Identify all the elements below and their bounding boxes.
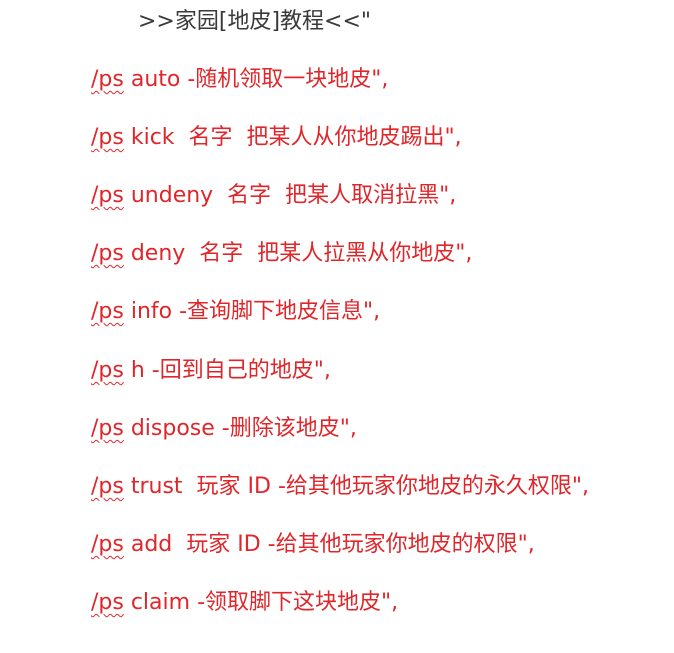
command-text: trust 玩家 ID -给其他玩家你地皮的永久权限",: [123, 474, 589, 499]
command-line-add: /ps add 玩家 ID -给其他玩家你地皮的权限",: [91, 529, 535, 561]
command-text: deny 名字 把某人拉黑从你地皮",: [123, 241, 473, 266]
command-prefix: /ps: [91, 67, 124, 92]
command-text: claim -领取脚下这块地皮",: [123, 590, 399, 615]
command-text: auto -随机领取一块地皮",: [123, 67, 389, 92]
command-text: undeny 名字 把某人取消拉黑",: [123, 183, 457, 208]
command-text: kick 名字 把某人从你地皮踢出",: [123, 125, 462, 150]
command-line-auto: /ps auto -随机领取一块地皮",: [91, 64, 388, 96]
command-text: info -查询脚下地皮信息",: [123, 299, 381, 324]
command-line-deny: /ps deny 名字 把某人拉黑从你地皮",: [91, 238, 472, 270]
command-line-kick: /ps kick 名字 把某人从你地皮踢出",: [91, 122, 462, 154]
command-line-dispose: /ps dispose -删除该地皮",: [91, 413, 357, 445]
command-prefix: /ps: [91, 474, 124, 499]
command-line-claim: /ps claim -领取脚下这块地皮",: [91, 587, 398, 619]
command-line-info: /ps info -查询脚下地皮信息",: [91, 296, 380, 328]
command-line-undeny: /ps undeny 名字 把某人取消拉黑",: [91, 180, 456, 212]
command-prefix: /ps: [91, 416, 124, 441]
command-prefix: /ps: [91, 532, 124, 557]
command-prefix: /ps: [91, 125, 124, 150]
command-prefix: /ps: [91, 183, 124, 208]
command-prefix: /ps: [91, 358, 124, 383]
command-line-trust: /ps trust 玩家 ID -给其他玩家你地皮的永久权限",: [91, 471, 589, 503]
command-prefix: /ps: [91, 590, 124, 615]
command-text: h -回到自己的地皮",: [123, 358, 331, 383]
page-title: >>家园[地皮]教程<<": [138, 9, 372, 34]
document-page: >>家园[地皮]教程<<" /ps auto -随机领取一块地皮", /ps k…: [0, 0, 674, 653]
command-prefix: /ps: [91, 241, 124, 266]
command-text: dispose -删除该地皮",: [123, 416, 357, 441]
command-prefix: /ps: [91, 299, 124, 324]
command-text: add 玩家 ID -给其他玩家你地皮的权限",: [123, 532, 535, 557]
command-line-h: /ps h -回到自己的地皮",: [91, 355, 331, 387]
